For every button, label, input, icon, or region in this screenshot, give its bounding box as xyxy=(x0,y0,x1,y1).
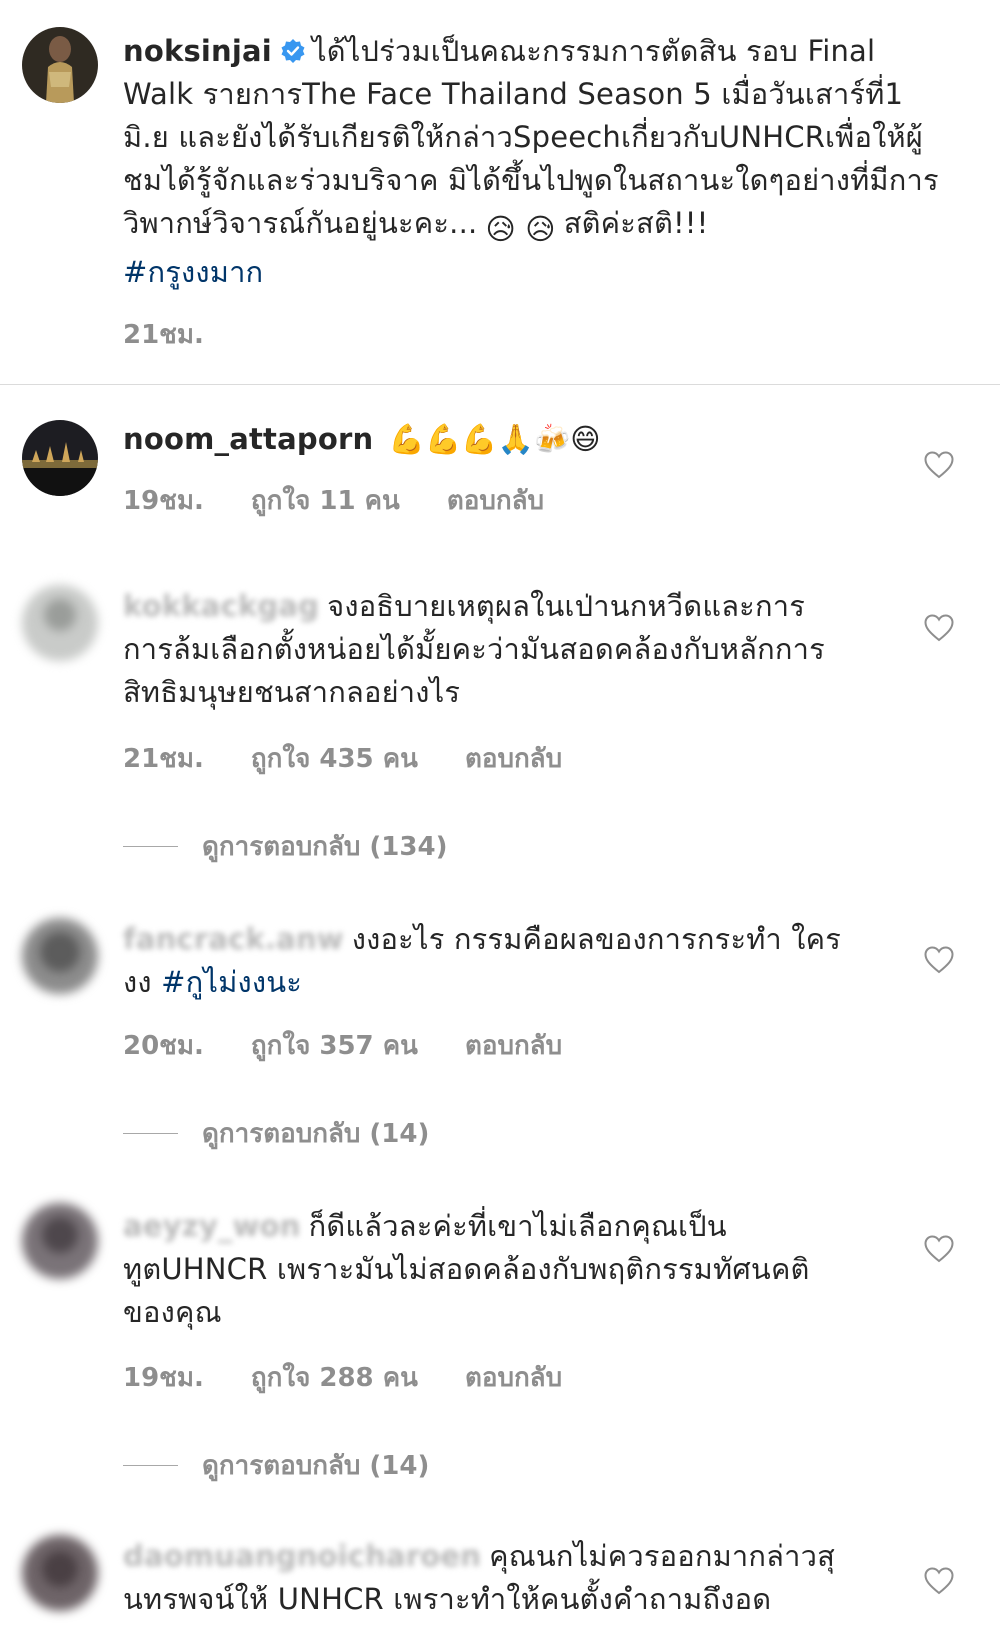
comment-like-count[interactable]: ถูกใจ 11 คน xyxy=(251,486,400,516)
comment-meta: 19ชม. ถูกใจ 11 คน ตอบกลับ xyxy=(123,480,582,521)
comment-text: daomuangnoicharoen คุณนกไม่ควรออกมากล่าวส… xyxy=(123,1535,853,1621)
sad-face-emoji-icon: 😥 😥 xyxy=(485,212,556,246)
comment-avatar[interactable] xyxy=(22,585,98,661)
replies-line xyxy=(123,1133,178,1134)
reply-button[interactable]: ตอบกลับ xyxy=(465,1363,562,1393)
caption-timestamp: 21ชม. xyxy=(123,320,204,350)
comment-avatar[interactable] xyxy=(22,918,98,994)
reply-button[interactable]: ตอบกลับ xyxy=(465,744,562,774)
comment-hashtag-link[interactable]: #กูไม่งงนะ xyxy=(161,965,302,999)
author-avatar[interactable] xyxy=(22,27,98,103)
view-replies-label[interactable]: ดูการตอบกลับ (134) xyxy=(202,826,447,867)
verified-badge-icon xyxy=(280,33,306,63)
comment-timestamp: 20ชม. xyxy=(123,1031,204,1061)
replies-line xyxy=(123,1465,178,1466)
comment-username[interactable]: daomuangnoicharoen xyxy=(123,1539,481,1573)
like-heart-icon[interactable] xyxy=(924,614,954,642)
like-heart-icon[interactable] xyxy=(924,1235,954,1263)
comment-avatar[interactable] xyxy=(22,1203,98,1279)
comment-avatar[interactable] xyxy=(22,420,98,496)
comment-meta: 19ชม. ถูกใจ 288 คน ตอบกลับ xyxy=(123,1357,600,1398)
comment-username[interactable]: noom_attaporn xyxy=(123,422,373,456)
caption-meta: 21ชม. xyxy=(123,314,242,355)
comment-like-count[interactable]: ถูกใจ 288 คน xyxy=(251,1363,418,1393)
comment-username[interactable]: kokkackgag xyxy=(123,589,319,623)
comment-username[interactable]: aeyzy_won xyxy=(123,1209,301,1243)
view-replies-button[interactable]: ดูการตอบกลับ (14) xyxy=(123,1445,429,1486)
comment-timestamp: 19ชม. xyxy=(123,486,204,516)
comment-text: kokkackgag จงอธิบายเหตุผลในเป่านกหวีดและก… xyxy=(123,585,853,714)
view-replies-label[interactable]: ดูการตอบกลับ (14) xyxy=(202,1113,429,1154)
comment-avatar[interactable] xyxy=(22,1535,98,1611)
replies-line xyxy=(123,846,178,847)
emoji-strip-icon: 💪💪💪🙏🍻😄 xyxy=(388,422,601,456)
like-heart-icon[interactable] xyxy=(924,1567,954,1595)
like-heart-icon[interactable] xyxy=(924,451,954,479)
comment-username[interactable]: fancrack.anw xyxy=(123,922,344,956)
reply-button[interactable]: ตอบกลับ xyxy=(447,486,544,516)
comment-text: aeyzy_won ก็ดีแล้วละค่ะที่เขาไม่เลือกคุณเ… xyxy=(123,1205,853,1334)
caption-text: noksinjai ได้ไปร่วมเป็นคณะกรรมการตัดสิน ร… xyxy=(123,30,953,294)
caption-hashtag-link[interactable]: #กรูงงมาก xyxy=(123,255,263,289)
post-caption: noksinjai ได้ไปร่วมเป็นคณะกรรมการตัดสิน ร… xyxy=(0,0,1000,384)
like-heart-icon[interactable] xyxy=(924,946,954,974)
reply-button[interactable]: ตอบกลับ xyxy=(465,1031,562,1061)
comment-text: noom_attaporn 💪💪💪🙏🍻😄 xyxy=(123,418,883,461)
view-replies-button[interactable]: ดูการตอบกลับ (14) xyxy=(123,1113,429,1154)
comment-meta: 20ชม. ถูกใจ 357 คน ตอบกลับ xyxy=(123,1025,600,1066)
view-replies-button[interactable]: ดูการตอบกลับ (134) xyxy=(123,826,447,867)
comment-like-count[interactable]: ถูกใจ 435 คน xyxy=(251,744,418,774)
comment-meta: 21ชม. ถูกใจ 435 คน ตอบกลับ xyxy=(123,738,600,779)
caption-body-end: สติค่ะสติ!!! xyxy=(563,206,709,240)
comment-text: fancrack.anw งงอะไร กรรมคือผลของการกระทำ … xyxy=(123,918,853,1004)
comment-timestamp: 21ชม. xyxy=(123,744,204,774)
comment-like-count[interactable]: ถูกใจ 357 คน xyxy=(251,1031,418,1061)
caption-username[interactable]: noksinjai xyxy=(123,34,272,68)
view-replies-label[interactable]: ดูการตอบกลับ (14) xyxy=(202,1445,429,1486)
comment-timestamp: 19ชม. xyxy=(123,1363,204,1393)
divider xyxy=(0,384,1000,385)
